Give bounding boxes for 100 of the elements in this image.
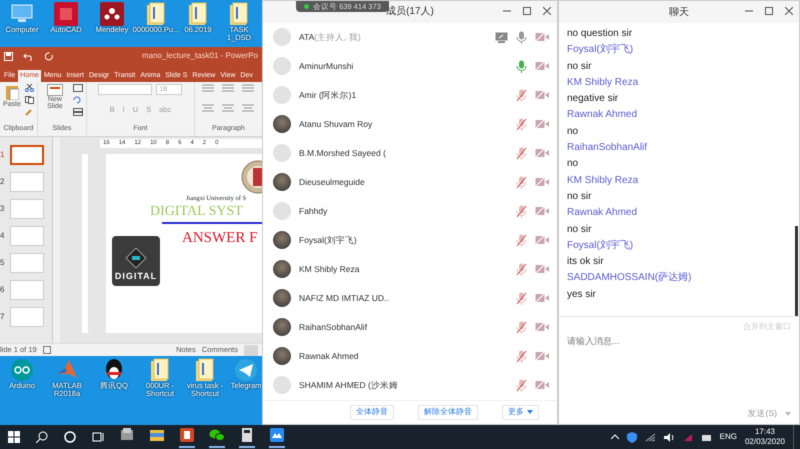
telegram-icon[interactable] xyxy=(234,358,258,382)
slide-thumbnail[interactable] xyxy=(10,145,44,165)
align-icon[interactable] xyxy=(222,104,234,112)
video-off-icon[interactable] xyxy=(535,206,549,216)
video-off-icon[interactable] xyxy=(535,235,549,246)
video-off-icon[interactable] xyxy=(535,90,549,100)
screen-share-icon[interactable] xyxy=(495,32,508,43)
redo-icon[interactable] xyxy=(45,52,54,60)
send-button[interactable]: 发送(S) xyxy=(748,407,777,420)
close-icon[interactable] xyxy=(543,7,551,15)
spell-check-icon[interactable] xyxy=(42,346,51,354)
microphone-icon[interactable] xyxy=(516,30,527,44)
muted-mic-icon[interactable] xyxy=(516,292,527,305)
list-icon[interactable] xyxy=(222,84,234,92)
message-input[interactable]: 请输入消息... xyxy=(567,335,791,408)
sender-name: Rawnak Ahmed xyxy=(567,206,638,220)
muted-mic-icon[interactable] xyxy=(516,118,527,131)
message-text: no xyxy=(567,157,580,172)
triangle-icon[interactable] xyxy=(682,432,693,442)
slide-number: 4 xyxy=(0,230,6,242)
volume-icon[interactable] xyxy=(664,432,675,442)
slide-thumbnail[interactable] xyxy=(10,280,44,300)
search-icon[interactable] xyxy=(36,431,48,443)
close-icon[interactable] xyxy=(785,7,793,15)
scrollbar-thumb[interactable] xyxy=(795,226,798,316)
shield-icon[interactable] xyxy=(626,432,637,442)
muted-mic-icon[interactable] xyxy=(516,204,527,218)
window-title: 聊天 xyxy=(669,6,689,20)
participant-name: RaihanSobhanAlif xyxy=(299,320,368,334)
muted-mic-icon[interactable] xyxy=(516,88,527,102)
more-button[interactable]: 更多 xyxy=(502,404,539,420)
list-icon[interactable] xyxy=(242,84,254,92)
circle-icon[interactable] xyxy=(64,431,76,443)
video-off-icon[interactable] xyxy=(535,293,549,304)
clock-time[interactable]: 17:43 xyxy=(754,427,775,437)
logo-text: DIGITAL xyxy=(114,270,158,282)
video-off-icon[interactable] xyxy=(535,322,549,332)
slide-number: 3 xyxy=(0,203,6,215)
show-desktop-button[interactable] xyxy=(793,425,796,449)
copy-icon[interactable] xyxy=(24,96,34,104)
undo-icon[interactable] xyxy=(23,52,35,60)
toolbar-button[interactable]: 全体静音 xyxy=(350,404,394,420)
save-icon[interactable] xyxy=(4,52,13,60)
message-text: no sir xyxy=(567,222,592,237)
meeting-app-icon[interactable] xyxy=(269,426,285,448)
window-title: 成员(17人) xyxy=(386,4,434,20)
video-off-icon[interactable] xyxy=(535,380,549,390)
network-icon[interactable] xyxy=(644,432,656,442)
video-off-icon[interactable] xyxy=(535,61,549,72)
video-off-icon[interactable] xyxy=(535,264,549,274)
arduino-icon[interactable] xyxy=(10,358,34,382)
slide-number: 2 xyxy=(0,176,6,188)
video-off-icon[interactable] xyxy=(535,351,549,362)
slide-thumbnail[interactable] xyxy=(10,199,44,219)
muted-mic-icon[interactable] xyxy=(516,320,527,334)
slide-thumbnail[interactable] xyxy=(10,307,44,327)
align-icon[interactable] xyxy=(202,104,214,112)
participant-name: Dieuseulmeguide xyxy=(299,176,365,188)
layout-icon[interactable] xyxy=(72,84,83,92)
muted-mic-icon[interactable] xyxy=(516,262,527,276)
muted-mic-icon[interactable] xyxy=(516,378,527,392)
chevron-up-icon[interactable] xyxy=(610,434,619,440)
message-text: no sir xyxy=(567,190,592,204)
language-indicator[interactable]: ENG xyxy=(720,431,737,443)
muted-mic-icon[interactable] xyxy=(516,234,527,247)
video-off-icon[interactable] xyxy=(535,119,549,130)
paste-icon[interactable] xyxy=(4,84,19,100)
maximize-icon[interactable] xyxy=(523,7,531,15)
video-off-icon[interactable] xyxy=(535,148,549,158)
powerpoint-icon[interactable] xyxy=(179,426,195,448)
new-slide-icon[interactable] xyxy=(46,84,63,96)
participant-name: SHAMIM AHMED (沙米姆 xyxy=(299,378,398,392)
scissors-icon[interactable] xyxy=(24,84,34,92)
calculator-icon[interactable] xyxy=(239,426,255,448)
scrollbar[interactable] xyxy=(52,137,60,343)
keyboard-icon[interactable] xyxy=(700,432,712,442)
muted-mic-icon[interactable] xyxy=(516,146,527,160)
muted-mic-icon[interactable] xyxy=(516,350,527,363)
task-view-icon[interactable] xyxy=(92,431,104,443)
maximize-icon[interactable] xyxy=(765,7,773,15)
slide-thumbnail[interactable] xyxy=(10,226,44,246)
windows-start-icon[interactable] xyxy=(8,431,20,443)
align-icon[interactable] xyxy=(242,104,254,112)
font-name-field[interactable] xyxy=(98,84,152,95)
list-icon[interactable] xyxy=(202,84,214,92)
section-icon[interactable] xyxy=(72,108,83,116)
microphone-icon[interactable] xyxy=(516,60,527,73)
clock-date[interactable]: 02/03/2020 xyxy=(744,437,785,447)
caret-icon[interactable] xyxy=(527,410,533,414)
slide-thumbnail[interactable] xyxy=(10,253,44,273)
video-off-icon[interactable] xyxy=(535,32,549,42)
message-text: no question sir xyxy=(567,27,634,41)
video-off-icon[interactable] xyxy=(535,177,549,188)
toolbar-button[interactable]: 解除全体静音 xyxy=(418,404,478,420)
mendeley-icon[interactable] xyxy=(100,2,124,26)
participant-name: Foysal(刘宇飞) xyxy=(299,234,357,246)
reset-icon[interactable] xyxy=(72,96,83,104)
chat-bubbles-icon[interactable] xyxy=(209,426,225,448)
slide-thumbnail[interactable] xyxy=(10,172,44,192)
muted-mic-icon[interactable] xyxy=(516,176,527,189)
